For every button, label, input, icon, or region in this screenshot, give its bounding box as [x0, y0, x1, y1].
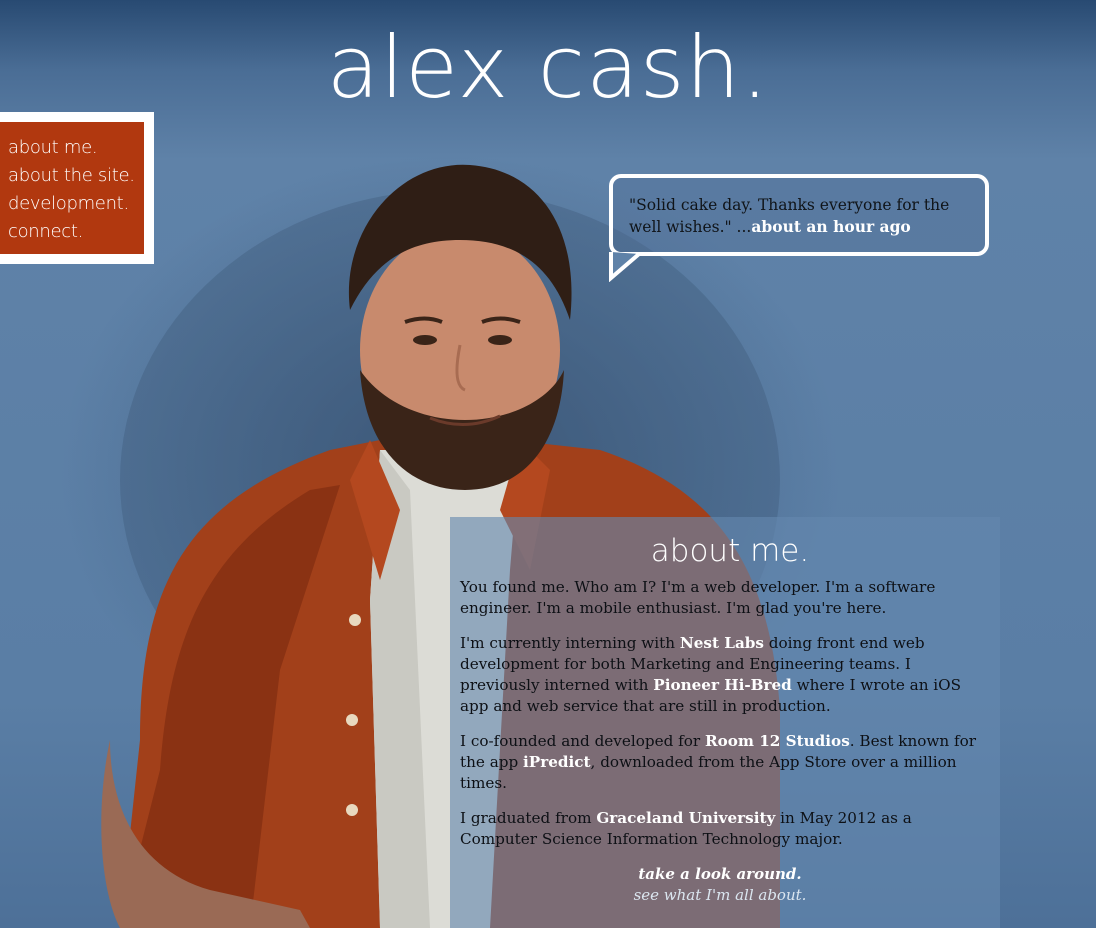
text: I graduated from — [460, 809, 597, 827]
nest-labs-link[interactable]: Nest Labs — [680, 634, 764, 652]
about-paragraph-2: I'm currently interning with Nest Labs d… — [460, 633, 980, 717]
call-to-action: take a look around. see what I'm all abo… — [460, 864, 980, 906]
site-title[interactable]: alex cash. — [0, 18, 1096, 118]
text: I co-founded and developed for — [460, 732, 705, 750]
text: I'm currently interning with — [460, 634, 680, 652]
cta-line-1[interactable]: take a look around. — [460, 864, 980, 885]
ipredict-link[interactable]: iPredict — [523, 753, 591, 771]
room12-link[interactable]: Room 12 Studios — [705, 732, 850, 750]
tweet-bubble: "Solid cake day. Thanks everyone for the… — [609, 174, 989, 256]
pioneer-link[interactable]: Pioneer Hi-Bred — [653, 676, 792, 694]
cta-line-2[interactable]: see what I'm all about. — [460, 885, 980, 906]
about-paragraph-1: You found me. Who am I? I'm a web develo… — [460, 578, 936, 617]
about-panel: about me. You found me. Who am I? I'm a … — [450, 517, 1000, 928]
bubble-tail — [609, 252, 641, 282]
about-heading: about me. — [650, 533, 810, 569]
about-paragraph-3: I co-founded and developed for Room 12 S… — [460, 731, 980, 794]
graceland-link[interactable]: Graceland University — [596, 809, 775, 827]
about-paragraph-4: I graduated from Graceland University in… — [460, 808, 980, 850]
tweet-time-link[interactable]: about an hour ago — [751, 217, 910, 236]
